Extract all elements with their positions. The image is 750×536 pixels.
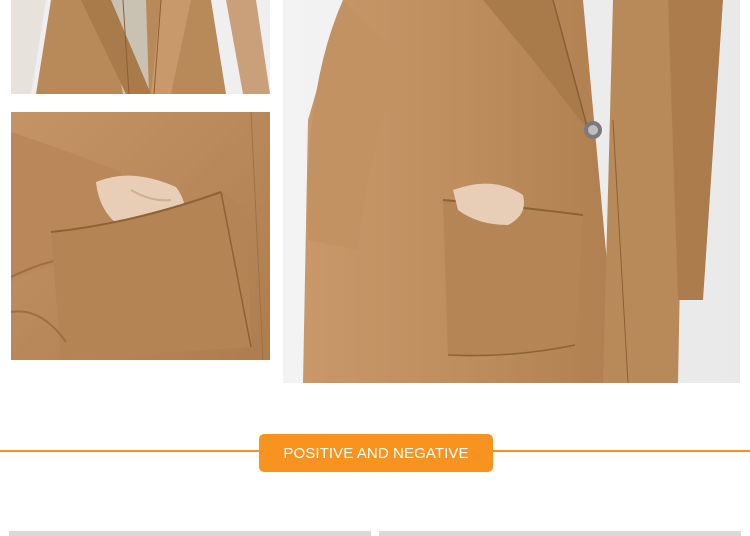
coat-front-full-graphic — [283, 0, 740, 383]
next-image-right-edge — [379, 531, 741, 536]
coat-pocket-detail-graphic — [11, 112, 270, 360]
coat-pocket-detail-image — [11, 112, 270, 360]
divider-line-left — [0, 450, 260, 452]
section-title-badge: POSITIVE AND NEGATIVE — [259, 434, 493, 472]
divider-line-right — [491, 450, 750, 452]
section-divider: POSITIVE AND NEGATIVE — [0, 434, 750, 472]
coat-front-full-image — [283, 0, 740, 383]
coat-collar-detail-image — [11, 0, 270, 94]
coat-collar-detail-graphic — [11, 0, 270, 94]
next-image-left-edge — [9, 531, 371, 536]
